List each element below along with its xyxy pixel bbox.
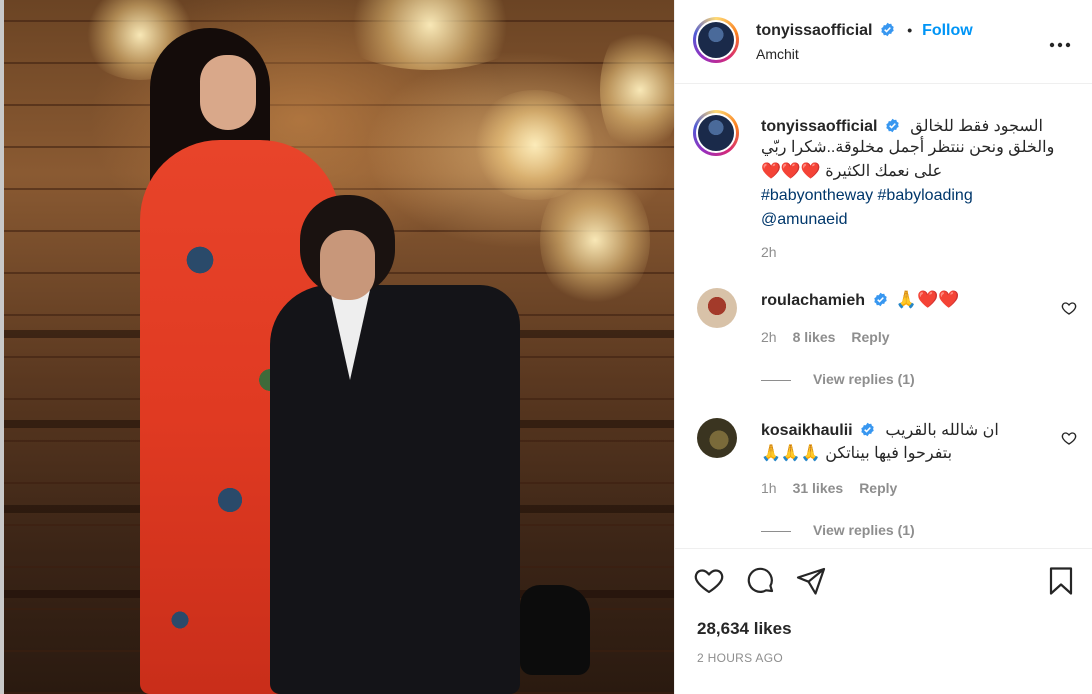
- comment-meta: 1h 31 likes Reply: [761, 480, 897, 496]
- verified-badge-icon: [886, 118, 900, 133]
- man-face: [320, 230, 375, 300]
- string-lights: [600, 20, 674, 160]
- share-icon[interactable]: [795, 565, 827, 597]
- comment-body: kosaikhaulii ان شالله بالقريب: [761, 420, 1051, 440]
- verified-badge-icon: [861, 422, 875, 437]
- caption-author-avatar[interactable]: [693, 110, 739, 156]
- separator-dot: •: [907, 22, 913, 38]
- caption-first-row: tonyissaofficial السجود فقط للخالق: [761, 116, 1071, 136]
- photo-edge: [0, 0, 4, 694]
- string-lights: [540, 170, 650, 310]
- follow-button[interactable]: Follow: [922, 22, 973, 39]
- view-replies-button[interactable]: View replies (1): [761, 522, 915, 538]
- comment-like-heart-icon[interactable]: [1061, 430, 1077, 446]
- author-username[interactable]: tonyissaofficial: [756, 22, 872, 39]
- commenter-username[interactable]: kosaikhaulii: [761, 422, 853, 439]
- view-replies-label: View replies (1): [813, 522, 915, 538]
- post-timestamp[interactable]: 2 HOURS AGO: [697, 651, 783, 665]
- black-suit: [270, 285, 520, 694]
- post-header: tonyissaofficial • Follow Amchit: [675, 0, 1092, 84]
- woman-face: [200, 55, 256, 130]
- caption-hashtags[interactable]: #babyontheway #babyloading: [761, 184, 1071, 208]
- caption-text-column: tonyissaofficial السجود فقط للخالق والخل…: [761, 116, 1071, 260]
- view-replies-button[interactable]: View replies (1): [761, 371, 915, 387]
- header-user-row: tonyissaofficial • Follow: [756, 22, 973, 40]
- caption-avatar-image: [696, 113, 736, 153]
- caption-line-3-text: على نعمك الكثيرة ❤️❤️❤️: [761, 163, 943, 180]
- commenter-avatar[interactable]: [697, 418, 737, 458]
- comment-text-line-1: ان شالله بالقريب: [885, 422, 999, 439]
- post-photo[interactable]: [0, 0, 674, 694]
- heart-icon[interactable]: [693, 565, 725, 597]
- comment-time[interactable]: 1h: [761, 480, 777, 496]
- commenter-avatar[interactable]: [697, 288, 737, 328]
- view-replies-line: [761, 379, 791, 381]
- shoe: [520, 585, 590, 675]
- post-side-panel: tonyissaofficial • Follow Amchit tonyiss…: [674, 0, 1092, 694]
- comment-icon[interactable]: [745, 565, 777, 597]
- caption-username[interactable]: tonyissaofficial: [761, 118, 877, 135]
- verified-badge-icon: [881, 22, 895, 37]
- comment-like-heart-icon[interactable]: [1061, 300, 1077, 316]
- comment-text-line-2: بتفرحوا فيها بيناتكن 🙏🙏🙏: [761, 445, 953, 462]
- view-replies-line: [761, 530, 791, 532]
- view-replies-label: View replies (1): [813, 371, 915, 387]
- reply-button[interactable]: Reply: [851, 329, 889, 345]
- caption-line-3: على نعمك الكثيرة ❤️❤️❤️: [761, 160, 1071, 184]
- post-location[interactable]: Amchit: [756, 46, 799, 62]
- bookmark-icon[interactable]: [1045, 565, 1077, 597]
- caption-line-2: والخلق ونحن ننتظر أجمل مخلوقة..شكرا ربّي: [761, 139, 1055, 156]
- author-avatar[interactable]: [693, 17, 739, 63]
- comment-body: roulachamieh 🙏❤️❤️: [761, 290, 1051, 310]
- caption-mention[interactable]: @amunaeid: [761, 208, 1071, 232]
- caption-time[interactable]: 2h: [761, 244, 1071, 260]
- comment-likes[interactable]: 8 likes: [793, 329, 836, 345]
- commenter-username[interactable]: roulachamieh: [761, 292, 865, 309]
- more-options-icon[interactable]: [1049, 30, 1071, 52]
- likes-count[interactable]: 28,634 likes: [697, 619, 792, 639]
- comment-meta: 2h 8 likes Reply: [761, 329, 890, 345]
- comment-text: 🙏❤️❤️: [895, 290, 960, 309]
- comment-likes[interactable]: 31 likes: [793, 480, 844, 496]
- caption-line-1: السجود فقط للخالق: [910, 118, 1043, 135]
- comment-time[interactable]: 2h: [761, 329, 777, 345]
- author-avatar-image: [696, 20, 736, 60]
- verified-badge-icon: [874, 292, 887, 307]
- post-actions: 28,634 likes 2 HOURS AGO: [675, 548, 1092, 694]
- reply-button[interactable]: Reply: [859, 480, 897, 496]
